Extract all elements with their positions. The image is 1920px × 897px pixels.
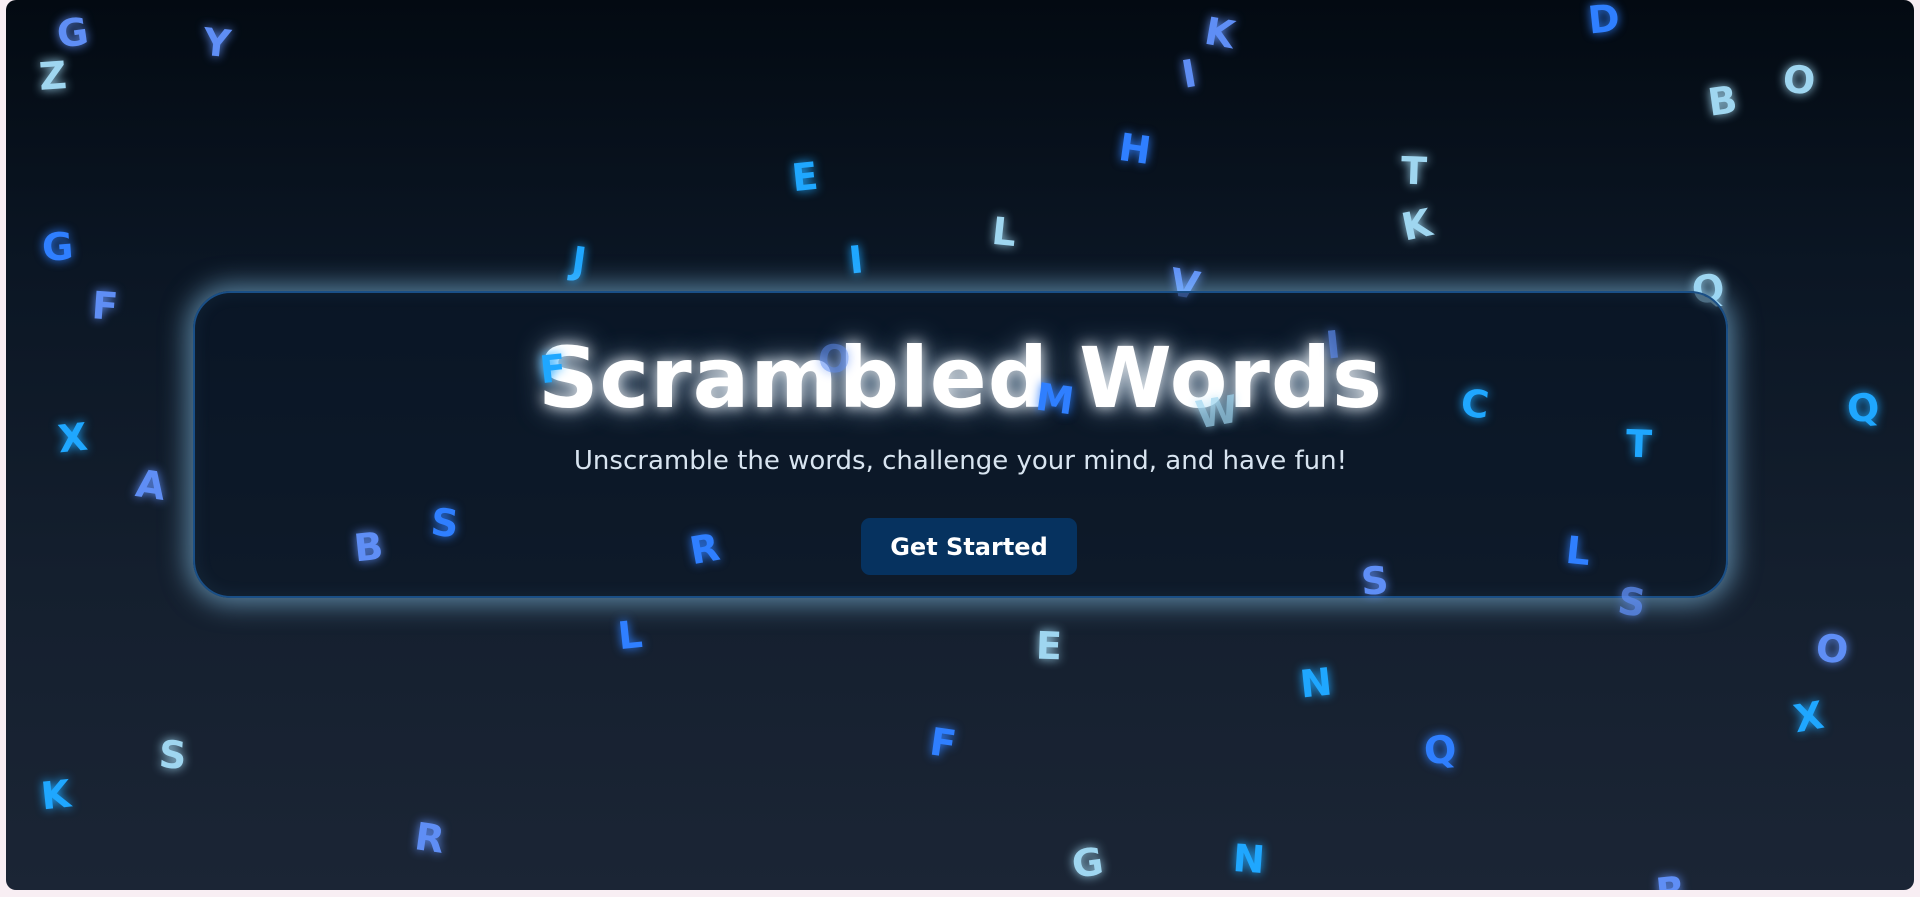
floating-letter: F bbox=[537, 345, 569, 393]
floating-letter: S bbox=[1359, 558, 1390, 604]
page-title: Scrambled Words bbox=[537, 329, 1384, 427]
floating-letter: Q bbox=[1421, 726, 1459, 774]
floating-letter: O bbox=[1781, 56, 1817, 104]
floating-letter: B bbox=[351, 523, 386, 571]
floating-letter: N bbox=[1231, 835, 1267, 883]
floating-letter: R bbox=[686, 524, 723, 574]
floating-letter: M bbox=[1033, 374, 1077, 424]
floating-letter: L bbox=[615, 611, 645, 659]
floating-letter: B bbox=[1705, 77, 1740, 125]
floating-letter: I bbox=[846, 237, 866, 283]
floating-letter: Q bbox=[1844, 384, 1882, 432]
app-viewport: G Y Z K I D B O E H T K L G J I V Q F Sc… bbox=[6, 0, 1914, 890]
floating-letter: S bbox=[157, 732, 188, 778]
floating-letter: Y bbox=[200, 19, 233, 67]
floating-letter: D bbox=[1585, 0, 1622, 43]
floating-letter: C bbox=[1458, 380, 1492, 428]
floating-letter: L bbox=[989, 208, 1019, 256]
floating-letter: F bbox=[90, 283, 120, 329]
floating-letter: K bbox=[1201, 8, 1239, 58]
floating-letter: R bbox=[412, 814, 448, 862]
floating-letter: R bbox=[1654, 868, 1688, 890]
floating-letter: X bbox=[1790, 692, 1827, 742]
floating-letter: E bbox=[789, 153, 821, 201]
floating-letter: I bbox=[1178, 51, 1200, 97]
floating-letter: G bbox=[1069, 839, 1107, 887]
floating-letter: O bbox=[815, 335, 853, 383]
get-started-button[interactable]: Get Started bbox=[861, 518, 1077, 575]
hero-subtitle: Unscramble the words, challenge your min… bbox=[573, 446, 1348, 476]
floating-letter: O bbox=[1813, 625, 1851, 673]
floating-letter: L bbox=[1563, 527, 1593, 575]
floating-letter: T bbox=[1625, 421, 1653, 467]
floating-letter: N bbox=[1297, 659, 1335, 707]
floating-letter: H bbox=[1116, 125, 1154, 173]
floating-letter: E bbox=[1035, 623, 1063, 669]
floating-letter: F bbox=[927, 719, 959, 767]
floating-letter: X bbox=[55, 414, 90, 462]
floating-letter: W bbox=[1192, 386, 1242, 438]
floating-letter: S bbox=[1615, 578, 1649, 626]
floating-letter: K bbox=[1397, 200, 1436, 250]
floating-letter: J bbox=[569, 238, 590, 284]
floating-letter: Z bbox=[37, 53, 69, 99]
floating-letter: K bbox=[38, 771, 73, 819]
floating-letter: T bbox=[1400, 148, 1428, 194]
floating-letter: S bbox=[428, 499, 461, 547]
hero-card: Scrambled Words Unscramble the words, ch… bbox=[193, 291, 1728, 598]
floating-letter: G bbox=[40, 223, 75, 271]
floating-letter: G bbox=[54, 9, 92, 57]
floating-letter: A bbox=[133, 461, 169, 509]
